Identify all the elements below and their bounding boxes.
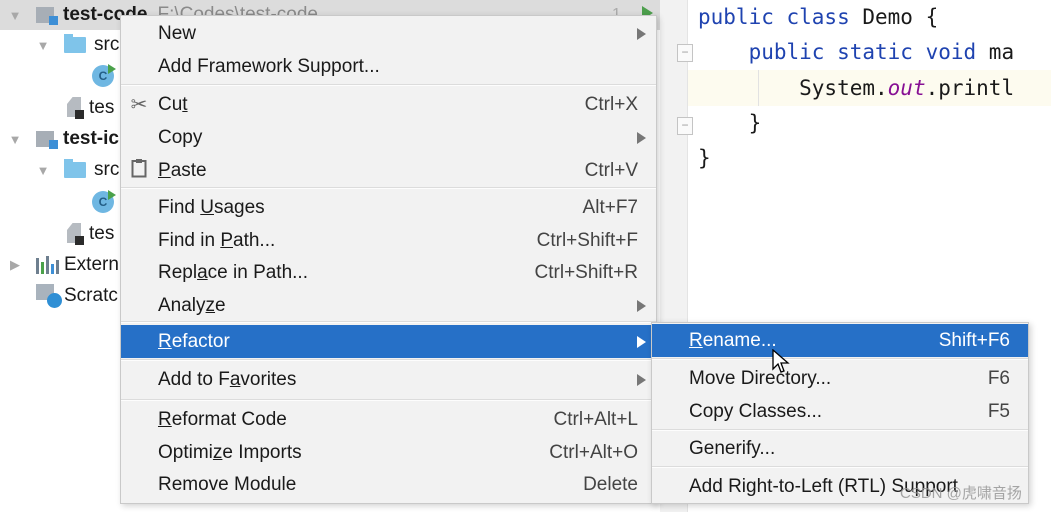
menu-item-label: Remove Module bbox=[158, 473, 297, 495]
shortcut-label: Ctrl+Shift+R bbox=[534, 261, 638, 283]
menu-item-label: Generify... bbox=[689, 437, 776, 459]
menu-item-find-in-path[interactable]: Find in Path... Ctrl+Shift+F bbox=[121, 224, 656, 257]
paste-icon bbox=[127, 158, 151, 184]
menu-item-new[interactable]: New bbox=[121, 17, 656, 50]
expand-arrow-icon[interactable]: ▼ bbox=[36, 163, 50, 178]
menu-separator bbox=[652, 429, 1028, 431]
menu-item-label: Paste bbox=[158, 159, 207, 181]
shortcut-label: Alt+F7 bbox=[582, 196, 638, 218]
menu-item-optimize-imports[interactable]: Optimize Imports Ctrl+Alt+O bbox=[121, 436, 656, 469]
expand-arrow-icon[interactable]: ▼ bbox=[8, 8, 22, 23]
shortcut-label: Ctrl+X bbox=[584, 93, 638, 115]
collapse-arrow-icon[interactable]: ▶ bbox=[8, 257, 22, 272]
code-line[interactable]: public class Demo { bbox=[698, 0, 938, 34]
tree-item-label: tes bbox=[89, 97, 115, 118]
watermark: CSDN @虎啸音扬 bbox=[900, 485, 1022, 502]
code-line[interactable]: public static void ma bbox=[698, 35, 1015, 69]
shortcut-label: Ctrl+Alt+O bbox=[549, 441, 638, 463]
scratches-icon bbox=[36, 284, 62, 308]
java-class-icon: C bbox=[92, 190, 116, 213]
expand-arrow-icon[interactable]: ▼ bbox=[8, 132, 22, 147]
expand-arrow-icon[interactable]: ▼ bbox=[36, 38, 50, 53]
menu-item-copy[interactable]: Copy bbox=[121, 121, 656, 154]
menu-item-refactor[interactable]: Refactor bbox=[121, 325, 656, 358]
menu-item-label: Rename... bbox=[689, 329, 777, 351]
code-line[interactable]: System.out.printl bbox=[698, 71, 1014, 105]
menu-item-label: Add to Favorites bbox=[158, 368, 297, 390]
mouse-cursor-icon bbox=[772, 349, 790, 373]
iml-file-icon bbox=[64, 97, 86, 119]
menu-item-paste[interactable]: Paste Ctrl+V bbox=[121, 154, 656, 187]
menu-item-label: New bbox=[158, 22, 197, 44]
tree-item-label: src bbox=[94, 159, 120, 180]
menu-item-label: Optimize Imports bbox=[158, 441, 302, 463]
menu-separator bbox=[121, 399, 656, 401]
menu-item-label: Move Directory... bbox=[689, 367, 832, 389]
tree-item-label: tes bbox=[89, 223, 115, 244]
code-line[interactable]: } bbox=[698, 106, 762, 140]
menu-separator bbox=[652, 358, 1028, 360]
tree-item-label: test-ic bbox=[63, 128, 119, 149]
iml-file-icon bbox=[64, 223, 86, 245]
context-menu: New Add Framework Support... ✂ Cut Ctrl+X Cop… bbox=[120, 15, 657, 504]
code-line[interactable]: } bbox=[698, 141, 711, 175]
submenu-arrow-icon bbox=[637, 299, 646, 312]
menu-separator bbox=[121, 84, 656, 86]
fold-collapse-icon[interactable]: − bbox=[677, 44, 693, 62]
menu-separator bbox=[121, 187, 656, 189]
menu-item-label: Find in Path... bbox=[158, 229, 276, 251]
folder-icon bbox=[64, 159, 86, 178]
menu-separator bbox=[121, 321, 656, 323]
menu-item-replace-in-path[interactable]: Replace in Path... Ctrl+Shift+R bbox=[121, 256, 656, 289]
menu-item-label: Copy bbox=[158, 126, 203, 148]
libraries-icon bbox=[36, 256, 59, 274]
submenu-arrow-icon bbox=[637, 335, 646, 348]
menu-item-reformat-code[interactable]: Reformat Code Ctrl+Alt+L bbox=[121, 403, 656, 436]
tree-item-label: Extern bbox=[64, 254, 119, 275]
cut-icon: ✂ bbox=[130, 94, 148, 116]
menu-separator bbox=[121, 359, 656, 361]
submenu-arrow-icon bbox=[637, 27, 646, 40]
tree-item-label: Scratc bbox=[64, 285, 118, 306]
shortcut-label: F6 bbox=[987, 367, 1010, 389]
shortcut-label: Delete bbox=[583, 473, 638, 495]
shortcut-label: F5 bbox=[987, 400, 1010, 422]
tree-item-label: src bbox=[94, 34, 120, 55]
menu-item-cut[interactable]: ✂ Cut Ctrl+X bbox=[121, 88, 656, 121]
menu-item-rename[interactable]: Rename... Shift+F6 bbox=[652, 324, 1028, 357]
module-icon bbox=[36, 5, 58, 25]
menu-item-generify[interactable]: Generify... bbox=[652, 432, 1028, 465]
java-class-icon: C bbox=[92, 64, 116, 87]
indent-guide bbox=[758, 70, 759, 106]
menu-item-add-framework-support[interactable]: Add Framework Support... bbox=[121, 50, 656, 83]
submenu-arrow-icon bbox=[637, 131, 646, 144]
menu-item-add-to-favorites[interactable]: Add to Favorites bbox=[121, 363, 656, 396]
menu-item-move-directory[interactable]: Move Directory... F6 bbox=[652, 362, 1028, 395]
folder-icon bbox=[64, 34, 86, 53]
shortcut-label: Ctrl+V bbox=[584, 159, 638, 181]
refactor-submenu: Rename... Shift+F6 Move Directory... F6 Copy… bbox=[651, 322, 1029, 504]
menu-item-label: Copy Classes... bbox=[689, 400, 823, 422]
menu-separator bbox=[652, 466, 1028, 468]
shortcut-label: Shift+F6 bbox=[938, 329, 1010, 351]
menu-item-analyze[interactable]: Analyze bbox=[121, 289, 656, 322]
menu-item-label: Cut bbox=[158, 93, 188, 115]
menu-item-label: Find Usages bbox=[158, 196, 265, 218]
module-icon bbox=[36, 129, 58, 149]
submenu-arrow-icon bbox=[637, 373, 646, 386]
menu-item-remove-module[interactable]: Remove Module Delete bbox=[121, 468, 656, 501]
menu-item-label: Replace in Path... bbox=[158, 261, 308, 283]
menu-item-label: Analyze bbox=[158, 294, 226, 316]
menu-item-find-usages[interactable]: Find Usages Alt+F7 bbox=[121, 191, 656, 224]
fold-end-icon[interactable]: − bbox=[677, 117, 693, 135]
shortcut-label: Ctrl+Alt+L bbox=[553, 408, 638, 430]
shortcut-label: Ctrl+Shift+F bbox=[536, 229, 638, 251]
menu-item-label: Refactor bbox=[158, 330, 230, 352]
menu-item-copy-classes[interactable]: Copy Classes... F5 bbox=[652, 395, 1028, 428]
menu-item-label: Reformat Code bbox=[158, 408, 287, 430]
menu-item-label: Add Framework Support... bbox=[158, 55, 380, 77]
